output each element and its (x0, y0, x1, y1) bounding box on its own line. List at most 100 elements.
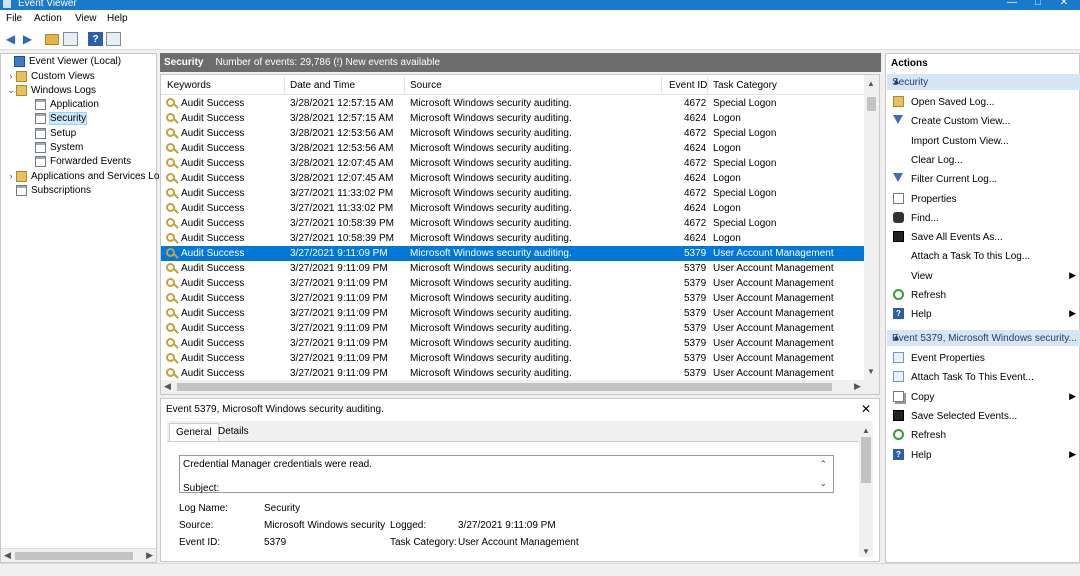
close-window-button[interactable]: ✕ (1052, 0, 1076, 8)
tree-horizontal-scrollbar[interactable]: ◀ ▶ (1, 548, 156, 562)
source-value: Microsoft Windows security (264, 520, 386, 531)
action-find[interactable]: Find... (887, 210, 1080, 226)
scrollbar-thumb[interactable] (861, 437, 871, 483)
maximize-button[interactable]: □ (1026, 0, 1050, 8)
column-date-time[interactable]: Date and Time (290, 80, 355, 91)
table-row[interactable]: Audit Success 3/27/2021 9:11:09 PM Microso… (161, 246, 866, 261)
menu-file[interactable]: File (6, 13, 22, 24)
action-help[interactable]: ? Help ▶ (887, 447, 1080, 463)
table-row[interactable]: Audit Success 3/27/2021 11:33:02 PM Micros… (161, 186, 866, 201)
expand-chevron-icon[interactable]: › (6, 71, 16, 81)
collapse-arrow-icon[interactable]: ▲ (892, 76, 1077, 86)
expand-chevron-icon[interactable]: › (6, 171, 16, 181)
table-row[interactable]: Audit Success 3/27/2021 9:11:09 PM Microso… (161, 321, 866, 336)
action-help[interactable]: ? Help ▶ (887, 306, 1080, 322)
minimize-button[interactable]: — (1000, 0, 1024, 8)
action-clear-log[interactable]: Clear Log... (887, 152, 1080, 168)
scroll-up-icon[interactable]: ▲ (867, 79, 875, 88)
action-group-event[interactable]: Event 5379, Microsoft Windows security..… (887, 330, 1080, 346)
table-row[interactable]: Audit Success 3/28/2021 12:57:15 AM Micros… (161, 111, 866, 126)
task-category-cell: Logon (713, 203, 741, 214)
status-bar (0, 563, 1080, 576)
open-folder-icon[interactable] (45, 34, 59, 45)
table-row[interactable]: Audit Success 3/27/2021 9:11:09 PM Microso… (161, 276, 866, 291)
scrollbar-thumb[interactable] (15, 552, 133, 560)
scroll-left-icon[interactable]: ◀ (164, 381, 171, 392)
audit-success-key-icon (166, 278, 175, 287)
keywords-cell: Audit Success (181, 218, 245, 229)
action-event-properties[interactable]: Event Properties (887, 350, 1080, 366)
table-row[interactable]: Audit Success 3/27/2021 9:11:09 PM Microso… (161, 336, 866, 351)
tree-item-forwarded-events[interactable]: Forwarded Events (25, 154, 131, 168)
action-save-all-events-as[interactable]: Save All Events As... (887, 229, 1080, 245)
column-event-id[interactable]: Event ID (669, 80, 707, 91)
table-row[interactable]: Audit Success 3/27/2021 11:33:02 PM Micros… (161, 201, 866, 216)
table-row[interactable]: Audit Success 3/27/2021 10:58:39 PM Micros… (161, 231, 866, 246)
tree-item-system[interactable]: System (25, 140, 83, 154)
tree-item-event-viewer-local[interactable]: Event Viewer (Local) (4, 54, 121, 68)
action-create-custom-view[interactable]: Create Custom View... (887, 113, 1080, 129)
event-list-horizontal-scrollbar[interactable]: ◀ ▶ (161, 380, 879, 394)
chevron-down-icon[interactable]: ⌄ (819, 478, 827, 489)
action-filter-current-log[interactable]: Filter Current Log... (887, 171, 1080, 187)
tree-item-custom-views[interactable]: › Custom Views (6, 69, 95, 83)
collapse-arrow-icon[interactable]: ▲ (892, 332, 1077, 342)
forward-arrow-icon[interactable]: ▶ (20, 32, 35, 46)
tree-item-windows-logs[interactable]: ⌄ Windows Logs (6, 83, 96, 97)
tree-item-setup[interactable]: Setup (25, 126, 76, 140)
help-icon[interactable]: ? (88, 32, 103, 46)
tree-item-application[interactable]: Application (25, 97, 99, 111)
action-refresh[interactable]: Refresh (887, 287, 1080, 303)
table-row[interactable]: Audit Success 3/28/2021 12:07:45 AM Micros… (161, 156, 866, 171)
action-import-custom-view[interactable]: Import Custom View... (887, 133, 1080, 149)
show-hide-console-tree-icon[interactable] (63, 32, 78, 46)
event-list-vertical-scrollbar[interactable]: ▲ ▼ (864, 75, 879, 380)
action-attach-a-task-to-this-log[interactable]: Attach a Task To this Log... (887, 248, 1080, 264)
table-row[interactable]: Audit Success 3/27/2021 9:11:09 PM Microso… (161, 351, 866, 366)
table-row[interactable]: Audit Success 3/28/2021 12:53:56 AM Micros… (161, 141, 866, 156)
tree-item-subscriptions[interactable]: Subscriptions (6, 183, 91, 197)
scroll-left-icon[interactable]: ◀ (4, 550, 11, 561)
action-copy[interactable]: Copy ▶ (887, 389, 1080, 405)
scroll-down-icon[interactable]: ▼ (867, 367, 875, 376)
detail-vertical-scrollbar[interactable]: ▲ ▼ (859, 425, 873, 557)
chevron-up-icon[interactable]: ⌃ (819, 459, 827, 470)
table-row[interactable]: Audit Success 3/28/2021 12:53:56 AM Micros… (161, 126, 866, 141)
close-icon[interactable]: ✕ (861, 402, 871, 416)
table-row[interactable]: Audit Success 3/27/2021 9:11:09 PM Microso… (161, 261, 866, 276)
tree-item-applications-and-services[interactable]: › Applications and Services Lo (6, 169, 159, 183)
table-row[interactable]: Audit Success 3/28/2021 12:07:45 AM Micros… (161, 171, 866, 186)
action-group-security[interactable]: Security ▲ (887, 74, 1080, 90)
menu-action[interactable]: Action (34, 13, 62, 24)
table-row[interactable]: Audit Success 3/28/2021 12:57:15 AM Micros… (161, 96, 866, 111)
event-description[interactable]: Credential Manager credentials were read… (179, 455, 834, 494)
back-arrow-icon[interactable]: ◀ (3, 32, 18, 46)
table-row[interactable]: Audit Success 3/27/2021 10:58:39 PM Micros… (161, 216, 866, 231)
scrollbar-thumb[interactable] (867, 97, 876, 111)
action-properties[interactable]: Properties (887, 191, 1080, 207)
table-row[interactable]: Audit Success 3/27/2021 9:11:09 PM Microso… (161, 306, 866, 321)
column-keywords[interactable]: Keywords (167, 80, 211, 91)
menu-view[interactable]: View (75, 13, 97, 24)
tab-details[interactable]: Details (212, 423, 255, 441)
action-view[interactable]: View ▶ (887, 268, 1080, 284)
tree-item-security[interactable]: Security (25, 111, 88, 125)
action-open-saved-log[interactable]: Open Saved Log... (887, 94, 1080, 110)
event-list: Keywords Date and Time Source Event ID T… (160, 74, 880, 395)
menu-help[interactable]: Help (107, 13, 128, 24)
action-save-selected-events[interactable]: Save Selected Events... (887, 408, 1080, 424)
source-cell: Microsoft Windows security auditing. (410, 338, 572, 349)
scroll-right-icon[interactable]: ▶ (146, 550, 153, 561)
column-source[interactable]: Source (410, 80, 442, 91)
action-attach-task-to-this-event[interactable]: Attach Task To This Event... (887, 369, 1080, 385)
action-refresh[interactable]: Refresh (887, 427, 1080, 443)
collapse-chevron-icon[interactable]: ⌄ (6, 85, 16, 96)
column-task-category[interactable]: Task Category (713, 80, 777, 91)
scroll-right-icon[interactable]: ▶ (854, 381, 861, 392)
show-hide-action-pane-icon[interactable] (106, 32, 121, 46)
scroll-up-icon[interactable]: ▲ (862, 426, 870, 435)
table-row[interactable]: Audit Success 3/27/2021 9:11:09 PM Microso… (161, 366, 866, 381)
scroll-down-icon[interactable]: ▼ (862, 547, 870, 556)
scrollbar-thumb[interactable] (177, 383, 832, 391)
table-row[interactable]: Audit Success 3/27/2021 9:11:09 PM Microso… (161, 291, 866, 306)
